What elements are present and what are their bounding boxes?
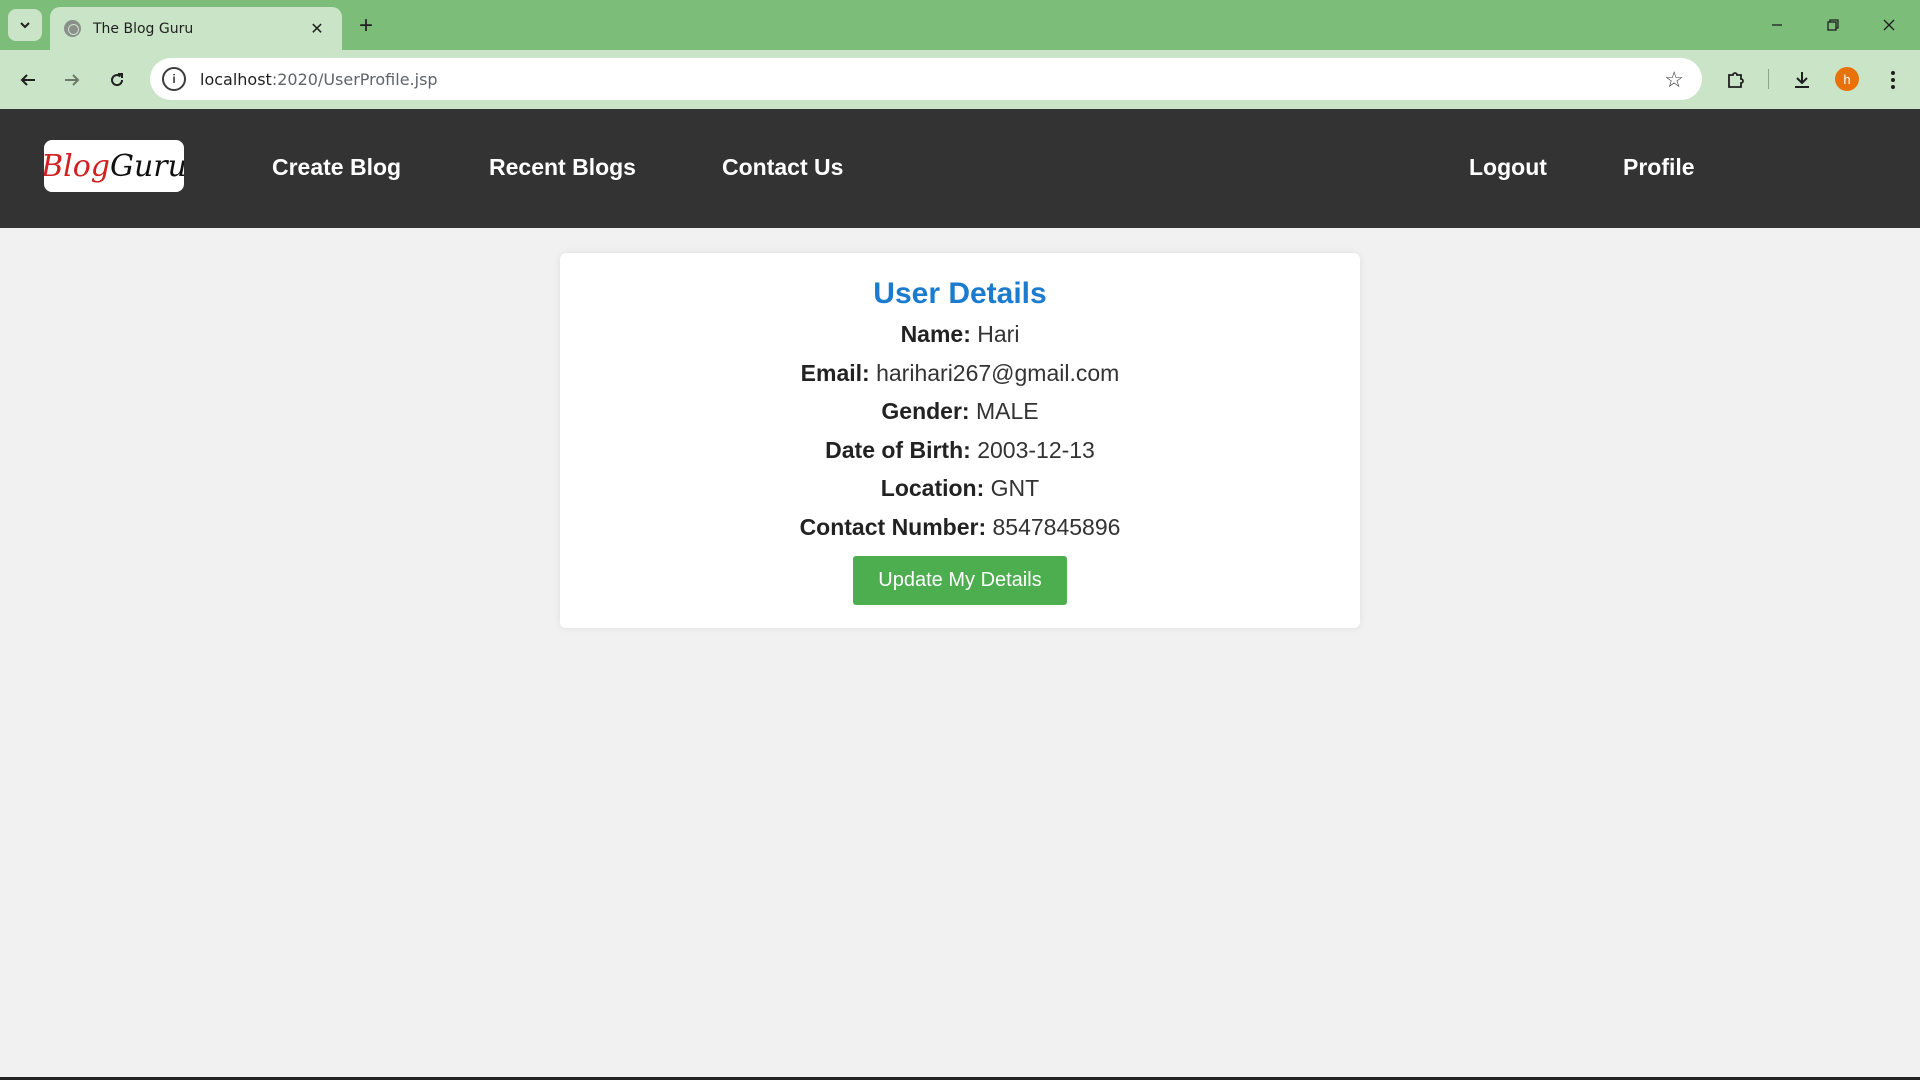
extensions-button[interactable] bbox=[1720, 64, 1752, 96]
logo-part-guru: Guru bbox=[109, 148, 184, 184]
detail-label: Name: bbox=[900, 321, 971, 347]
reload-button[interactable] bbox=[101, 64, 133, 96]
chevron-down-icon bbox=[20, 22, 30, 29]
url-host: localhost bbox=[200, 69, 272, 89]
minimize-button[interactable] bbox=[1754, 10, 1800, 40]
forward-arrow-icon bbox=[65, 74, 80, 86]
detail-value: MALE bbox=[975, 398, 1039, 424]
toolbar-divider bbox=[1768, 69, 1769, 89]
detail-value: GNT bbox=[990, 475, 1040, 501]
nav-recent-blogs[interactable]: Recent Blogs bbox=[489, 154, 636, 181]
profile-avatar[interactable]: h bbox=[1835, 67, 1859, 91]
close-icon bbox=[1883, 19, 1895, 31]
detail-label: Contact Number: bbox=[799, 513, 987, 540]
globe-icon bbox=[64, 20, 81, 37]
nav-contact-us[interactable]: Contact Us bbox=[722, 154, 843, 181]
detail-label: Location: bbox=[880, 475, 985, 501]
detail-value: 2003-12-13 bbox=[977, 436, 1095, 463]
detail-label: Gender: bbox=[881, 398, 970, 424]
plus-icon: + bbox=[358, 12, 373, 39]
nav-create-blog[interactable]: Create Blog bbox=[272, 154, 401, 181]
detail-name: Name: Hari bbox=[560, 315, 1360, 354]
tab-title: The Blog Guru bbox=[93, 20, 194, 37]
site-header: Blog Guru Create Blog Recent Blogs Contac… bbox=[0, 109, 1920, 228]
detail-value: Hari bbox=[977, 321, 1020, 347]
star-icon[interactable]: ☆ bbox=[1664, 67, 1684, 93]
restore-icon bbox=[1827, 19, 1839, 31]
nav-profile[interactable]: Profile bbox=[1623, 154, 1695, 181]
menu-icon bbox=[1891, 71, 1895, 89]
detail-contact-number: Contact Number: 8547845896 bbox=[560, 508, 1360, 547]
site-logo[interactable]: Blog Guru bbox=[44, 140, 184, 192]
user-details-card: User Details Name: Hari Email: harihari2… bbox=[560, 253, 1360, 628]
restore-button[interactable] bbox=[1810, 10, 1856, 40]
back-button[interactable] bbox=[12, 64, 44, 96]
download-icon bbox=[1795, 72, 1809, 88]
tab-search-button[interactable] bbox=[8, 9, 42, 41]
nav-logout[interactable]: Logout bbox=[1469, 154, 1547, 181]
downloads-button[interactable] bbox=[1786, 64, 1818, 96]
detail-location: Location: GNT bbox=[560, 469, 1360, 508]
detail-value: 8547845896 bbox=[992, 513, 1121, 540]
forward-button[interactable] bbox=[56, 64, 88, 96]
update-details-button[interactable]: Update My Details bbox=[853, 556, 1067, 605]
browser-tabstrip: The Blog Guru ✕ + bbox=[0, 0, 1920, 50]
detail-label: Date of Birth: bbox=[825, 436, 971, 463]
close-window-button[interactable] bbox=[1866, 10, 1912, 40]
extensions-icon bbox=[1728, 72, 1744, 88]
url-path: :2020/UserProfile.jsp bbox=[271, 69, 438, 89]
detail-email: Email: harihari267@gmail.com bbox=[560, 354, 1360, 393]
logo-part-blog: Blog bbox=[44, 148, 110, 184]
detail-label: Email: bbox=[800, 359, 870, 386]
browser-tab[interactable]: The Blog Guru ✕ bbox=[50, 7, 342, 50]
back-arrow-icon bbox=[20, 74, 35, 86]
info-icon[interactable]: i bbox=[162, 67, 186, 91]
reload-icon bbox=[111, 73, 124, 87]
detail-value: harihari267@gmail.com bbox=[876, 359, 1120, 386]
browser-menu-button[interactable] bbox=[1877, 64, 1909, 96]
url-text: localhost:2020/UserProfile.jsp bbox=[200, 70, 438, 89]
detail-gender: Gender: MALE bbox=[560, 392, 1360, 431]
card-title: User Details bbox=[873, 277, 1047, 310]
detail-date-of-birth: Date of Birth: 2003-12-13 bbox=[560, 431, 1360, 470]
minimize-icon bbox=[1772, 24, 1782, 26]
address-bar[interactable]: i localhost:2020/UserProfile.jsp ☆ bbox=[150, 58, 1702, 100]
browser-toolbar: i localhost:2020/UserProfile.jsp ☆ bbox=[0, 50, 1920, 109]
close-icon[interactable]: ✕ bbox=[306, 18, 328, 40]
new-tab-button[interactable]: + bbox=[352, 12, 380, 40]
